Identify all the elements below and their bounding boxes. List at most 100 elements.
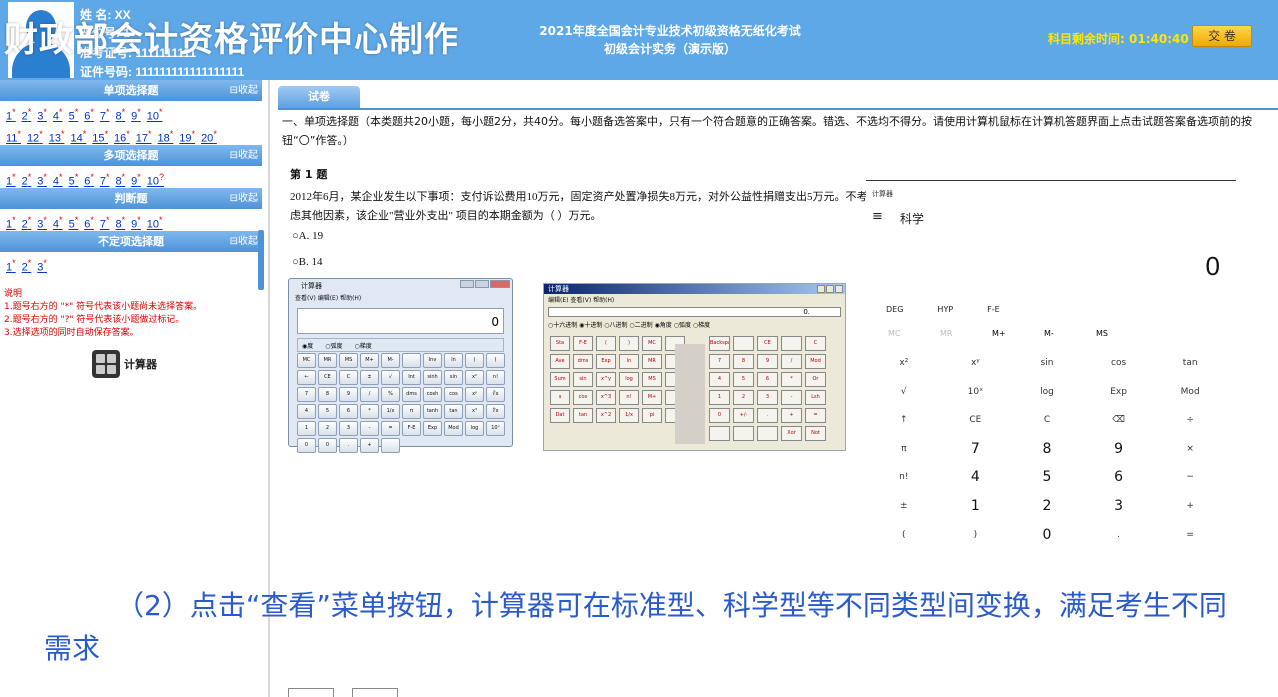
question-link[interactable]: 9*	[131, 215, 141, 231]
question-link[interactable]: 3*	[37, 258, 47, 274]
question-link[interactable]: 18*	[158, 129, 174, 145]
calc-key[interactable]: .	[1083, 521, 1155, 550]
question-link[interactable]: 5*	[69, 107, 79, 123]
question-link[interactable]: 7*	[100, 215, 110, 231]
calc2-title: 计算器	[544, 284, 845, 294]
question-link[interactable]: 5*	[69, 215, 79, 231]
calc-key[interactable]: Mod	[1154, 378, 1226, 407]
question-link[interactable]: 2*	[22, 215, 32, 231]
calc-key[interactable]: =	[1154, 521, 1226, 550]
question-link[interactable]: 1*	[6, 107, 16, 123]
question-link[interactable]: 3*	[37, 107, 47, 123]
collapse-toggle[interactable]: ⊟收起	[230, 145, 258, 166]
calc-key[interactable]: √	[868, 378, 940, 407]
question-link[interactable]: 10*	[147, 107, 163, 123]
next-button[interactable]	[352, 688, 398, 697]
collapse-toggle[interactable]: ⊟收起	[230, 231, 258, 252]
calc-key[interactable]: 6	[1083, 463, 1155, 492]
option-b[interactable]: ○B. 14	[292, 256, 322, 268]
deg-button[interactable]: DEG	[886, 305, 903, 314]
question-link[interactable]: 6*	[84, 215, 94, 231]
calc-key[interactable]: ±	[868, 492, 940, 521]
calc-key[interactable]: 1	[940, 492, 1012, 521]
m-minus-button[interactable]: M-	[1044, 329, 1096, 338]
question-link[interactable]: 7*	[100, 172, 110, 188]
mr-button[interactable]: MR	[940, 329, 992, 338]
question-link[interactable]: 1*	[6, 258, 16, 274]
ms-button[interactable]: MS	[1096, 329, 1148, 338]
calc-key[interactable]: x²	[868, 349, 940, 378]
calc-key[interactable]: CE	[940, 406, 1012, 435]
calc-key[interactable]: sin	[1011, 349, 1083, 378]
question-link[interactable]: 2*	[22, 107, 32, 123]
calc-key[interactable]: cos	[1083, 349, 1155, 378]
hyp-button[interactable]: HYP	[937, 305, 953, 314]
question-link[interactable]: 2*	[22, 258, 32, 274]
calc-key[interactable]: ⌫	[1083, 406, 1155, 435]
question-link[interactable]: 4*	[53, 215, 63, 231]
calc-key[interactable]: log	[1011, 378, 1083, 407]
calc-key[interactable]: ÷	[1154, 406, 1226, 435]
question-link[interactable]: 17*	[136, 129, 152, 145]
prev-button[interactable]	[288, 688, 334, 697]
question-link[interactable]: 4*	[53, 107, 63, 123]
question-link[interactable]: 12*	[27, 129, 43, 145]
calc-key[interactable]: 7	[940, 435, 1012, 464]
m-plus-button[interactable]: M+	[992, 329, 1044, 338]
calc-key[interactable]: tan	[1154, 349, 1226, 378]
calc-key[interactable]: 10ˣ	[940, 378, 1012, 407]
question-link[interactable]: 10*	[147, 215, 163, 231]
collapse-toggle[interactable]: ⊟收起	[230, 188, 258, 209]
calc-key[interactable]: (	[868, 521, 940, 550]
question-link[interactable]: 10?	[147, 172, 164, 188]
question-link[interactable]: 16*	[114, 129, 130, 145]
tab-paper[interactable]: 试卷	[278, 86, 360, 108]
question-link[interactable]: 4*	[53, 172, 63, 188]
fe-button[interactable]: F-E	[987, 305, 1000, 314]
calc-key[interactable]: 3	[1083, 492, 1155, 521]
question-link[interactable]: 1*	[6, 172, 16, 188]
question-link[interactable]: 3*	[37, 215, 47, 231]
question-link[interactable]: 2*	[22, 172, 32, 188]
mc-button[interactable]: MC	[888, 329, 940, 338]
question-link[interactable]: 15*	[92, 129, 108, 145]
question-link[interactable]: 5*	[69, 172, 79, 188]
question-link[interactable]: 20*	[201, 129, 217, 145]
calc-key[interactable]: Exp	[1083, 378, 1155, 407]
question-link[interactable]: 3*	[37, 172, 47, 188]
calc-key[interactable]: π	[868, 435, 940, 464]
collapse-toggle[interactable]: ⊟收起	[230, 80, 258, 101]
question-link[interactable]: 6*	[84, 172, 94, 188]
question-link[interactable]: 6*	[84, 107, 94, 123]
question-link[interactable]: 19*	[179, 129, 195, 145]
calc-key[interactable]: −	[1154, 463, 1226, 492]
calc-key[interactable]: C	[1011, 406, 1083, 435]
question-link[interactable]: 1*	[6, 215, 16, 231]
question-link[interactable]: 8*	[115, 215, 125, 231]
question-link[interactable]: 9*	[131, 107, 141, 123]
calc-key[interactable]: n!	[868, 463, 940, 492]
calc-key[interactable]: +	[1154, 492, 1226, 521]
calc-key[interactable]: 4	[940, 463, 1012, 492]
calc-key[interactable]: 8	[1011, 435, 1083, 464]
calc-key[interactable]: 0	[1011, 521, 1083, 550]
question-link[interactable]: 13*	[49, 129, 65, 145]
calc-key[interactable]: 9	[1083, 435, 1155, 464]
hamburger-menu-icon[interactable]: ≡	[872, 209, 883, 224]
calc-key[interactable]: ↑	[868, 406, 940, 435]
calc-key[interactable]: ×	[1154, 435, 1226, 464]
calc-key[interactable]: )	[940, 521, 1012, 550]
calc-key[interactable]: 5	[1011, 463, 1083, 492]
calc-key[interactable]: 2	[1011, 492, 1083, 521]
question-link[interactable]: 8*	[115, 107, 125, 123]
submit-button[interactable]: 交 卷	[1192, 25, 1252, 47]
sidebar-scrollbar[interactable]	[258, 230, 264, 290]
calculator-button[interactable]: 计算器	[92, 350, 157, 378]
question-link[interactable]: 7*	[100, 107, 110, 123]
calc-key[interactable]: xʸ	[940, 349, 1012, 378]
question-link[interactable]: 8*	[115, 172, 125, 188]
question-link[interactable]: 9*	[131, 172, 141, 188]
question-link[interactable]: 11*	[6, 129, 21, 145]
question-link[interactable]: 14*	[70, 129, 86, 145]
option-a[interactable]: ○A. 19	[292, 230, 323, 242]
